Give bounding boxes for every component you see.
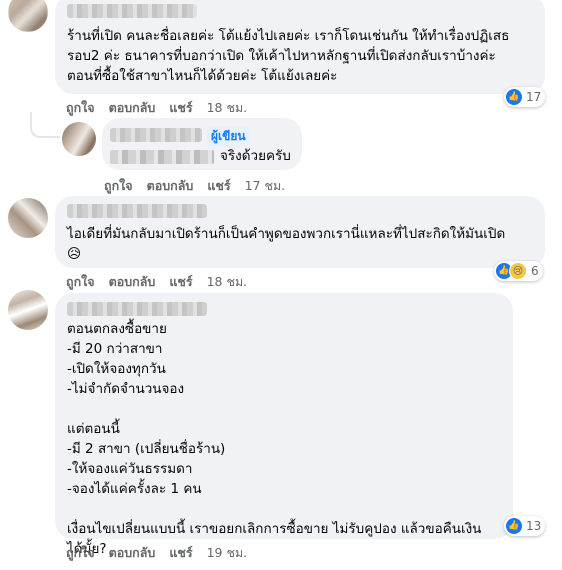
avatar[interactable] — [8, 290, 48, 330]
comment-actions: ถูกใจ ตอบกลับ แชร์ 19 ชม. — [66, 543, 261, 563]
like-button[interactable]: ถูกใจ — [66, 274, 95, 289]
like-button[interactable]: ถูกใจ — [66, 545, 95, 560]
sad-icon: 😢 — [509, 262, 527, 280]
comment-actions: ถูกใจ ตอบกลับ แชร์ 18 ชม. — [66, 98, 261, 118]
comment-text: ร้านที่เปิด คนละชื่อเลยค่ะ โต้แย้งไปเลยค… — [67, 28, 510, 84]
thread-connector — [30, 112, 60, 138]
reaction-summary[interactable]: 👍 17 — [504, 87, 546, 107]
reply-button[interactable]: ตอบกลับ — [109, 274, 156, 289]
reaction-count: 6 — [531, 264, 539, 278]
author-name[interactable] — [67, 302, 207, 316]
like-icon: 👍 — [506, 89, 522, 105]
timestamp[interactable]: 18 ชม. — [207, 274, 248, 289]
author-name[interactable] — [67, 204, 207, 218]
avatar[interactable] — [8, 198, 48, 238]
like-button[interactable]: ถูกใจ — [104, 178, 133, 193]
reply-button[interactable]: ตอบกลับ — [109, 100, 156, 115]
author-badge: ผู้เขียน — [207, 127, 250, 146]
timestamp[interactable]: 17 ชม. — [245, 178, 286, 193]
timestamp[interactable]: 18 ชม. — [207, 100, 248, 115]
comment-actions: ถูกใจ ตอบกลับ แชร์ 17 ชม. — [104, 176, 299, 196]
reply-button[interactable]: ตอบกลับ — [147, 178, 194, 193]
timestamp[interactable]: 19 ชม. — [207, 545, 248, 560]
comment-actions: ถูกใจ ตอบกลับ แชร์ 18 ชม. — [66, 272, 261, 292]
author-name[interactable] — [67, 4, 197, 18]
reaction-summary[interactable]: 👍 13 — [504, 516, 546, 536]
comment-text: จริงด้วยครับ — [220, 148, 291, 164]
reaction-summary[interactable]: 👍 😢 6 — [494, 261, 543, 281]
reaction-count: 13 — [526, 519, 542, 533]
share-button[interactable]: แชร์ — [169, 274, 192, 289]
share-button[interactable]: แชร์ — [169, 100, 192, 115]
comment-text: ไอเดียที่มันกลับมาเปิดร้านก็เป็นคำพูดของ… — [67, 226, 506, 262]
like-button[interactable]: ถูกใจ — [66, 100, 95, 115]
comment-text: ตอนตกลงซื้อขาย -มี 20 กว่าสาขา -เปิดให้จ… — [67, 321, 482, 557]
like-icon: 👍 — [506, 518, 522, 534]
reaction-count: 17 — [526, 90, 542, 104]
avatar[interactable] — [62, 122, 96, 156]
share-button[interactable]: แชร์ — [207, 178, 230, 193]
author-name[interactable] — [110, 128, 202, 142]
share-button[interactable]: แชร์ — [169, 545, 192, 560]
mentioned-name[interactable] — [110, 150, 214, 164]
avatar[interactable] — [8, 0, 48, 32]
reply-button[interactable]: ตอบกลับ — [109, 545, 156, 560]
